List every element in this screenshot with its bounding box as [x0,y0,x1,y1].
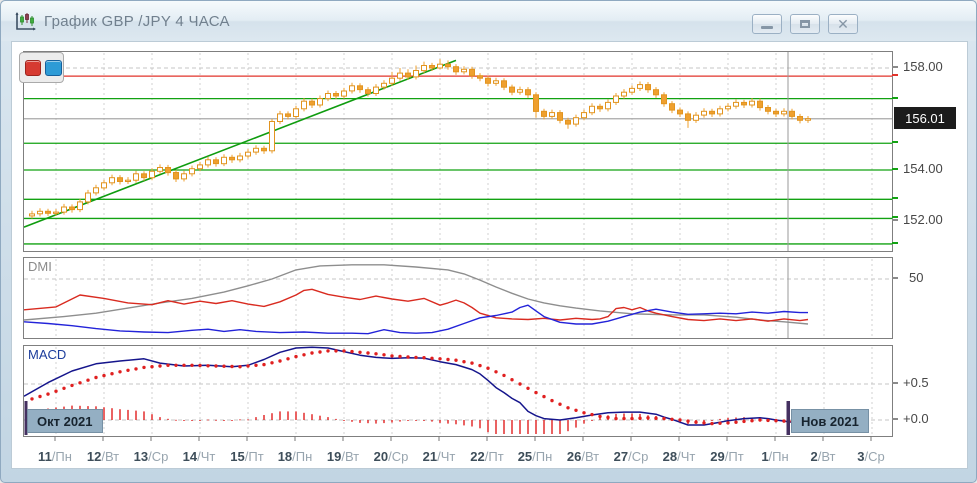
dmi-axis-tick [892,277,898,279]
time-axis-label: 27/Ср [614,449,649,464]
time-axis-label: 29/Пт [710,449,743,464]
macd-indicator-label: MACD [28,347,66,362]
time-axis-label: 26/Вт [567,449,599,464]
minimize-button[interactable] [752,14,782,34]
restore-icon [800,20,810,28]
window-titlebar[interactable]: График GBP /JPY 4 ЧАСА ✕ [1,1,976,41]
chart-toolbar [19,52,64,83]
time-axis-ticks [23,436,891,444]
macd-axis-label: +0.0 [903,411,929,426]
green-level-tick [892,216,898,218]
dmi-indicator-chart[interactable] [24,258,892,338]
month-label-october: Окт 2021 [27,409,103,433]
window-title: График GBP /JPY 4 ЧАСА [44,13,230,30]
time-axis-label: 11/Пн [38,449,72,464]
chart-icon [14,11,38,33]
macd-axis-tick [892,418,898,420]
price-axis-label: 154.00 [903,161,943,176]
time-axis-label: 20/Ср [374,449,409,464]
time-axis-label: 12/Вт [87,449,119,464]
time-axis-label: 22/Пт [470,449,503,464]
dmi-axis-label: 50 [909,270,923,285]
time-axis-label: 28/Чт [663,449,696,464]
restore-button[interactable] [790,14,820,34]
chart-content-area: DMI MACD Окт 2021 Нов 2021 158.00 156.01 1… [11,41,968,469]
price-axis-tick [892,219,898,221]
price-axis-label: 152.00 [903,212,943,227]
green-level-tick [892,97,898,99]
time-axis-label: 21/Чт [423,449,456,464]
macd-axis-label: +0.5 [903,375,929,390]
application-window: График GBP /JPY 4 ЧАСА ✕ DMI MACD Окт 20… [0,0,977,483]
price-axis-tick [892,66,898,68]
close-icon: ✕ [837,17,849,31]
time-axis-label: 13/Ср [134,449,169,464]
green-level-tick [892,141,898,143]
time-axis-label: 25/Пн [518,449,553,464]
time-axis-label: 19/Вт [327,449,359,464]
macd-axis-tick [892,382,898,384]
current-price-label: 156.01 [894,107,956,129]
time-axis-label: 14/Чт [183,449,216,464]
time-axis-label: 15/Пт [230,449,263,464]
month-label-november: Нов 2021 [791,409,869,433]
time-axis-label: 2/Вт [810,449,835,464]
green-level-tick [892,242,898,244]
red-square-button[interactable] [25,60,41,76]
green-level-tick [892,168,898,170]
time-axis-label: 1/Пн [761,449,788,464]
green-level-tick [892,197,898,199]
blue-square-button[interactable] [45,60,62,76]
price-chart[interactable] [24,52,892,251]
window-controls: ✕ [752,14,858,34]
price-axis-label: 158.00 [903,59,943,74]
macd-indicator-chart[interactable] [24,346,892,436]
close-button[interactable]: ✕ [828,14,858,34]
red-level-tick [892,74,898,76]
minimize-icon [761,26,773,29]
time-axis-label: 3/Ср [857,449,884,464]
time-axis-label: 18/Пн [278,449,313,464]
dmi-indicator-label: DMI [28,259,52,274]
